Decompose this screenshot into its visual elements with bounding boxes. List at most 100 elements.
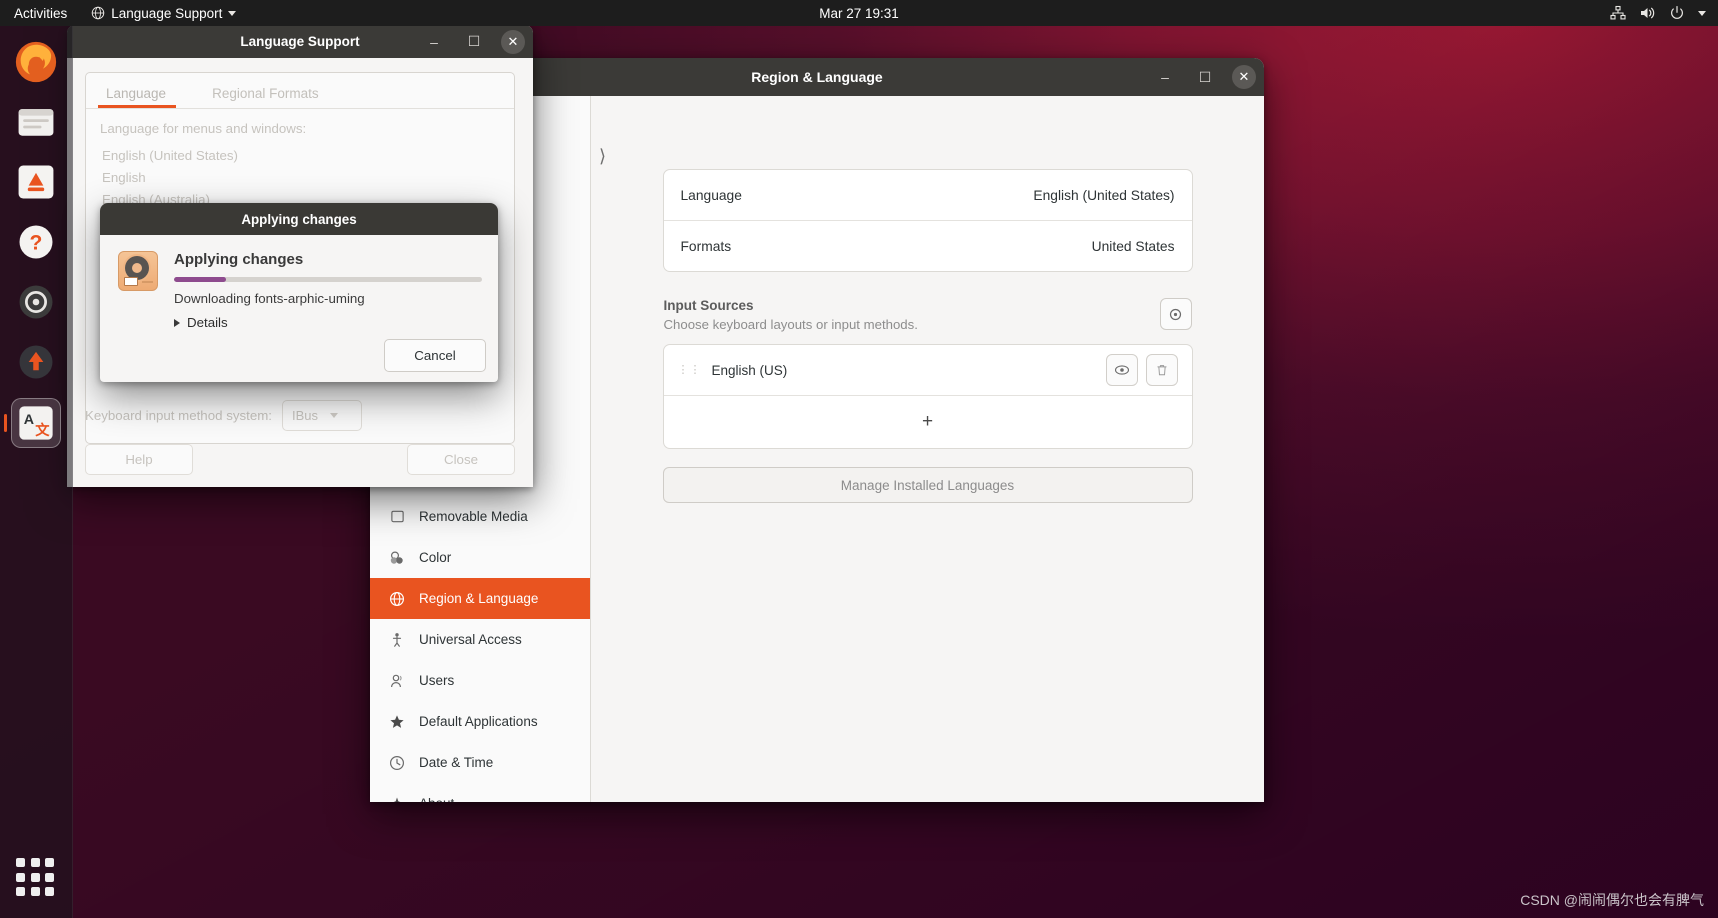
clock-button[interactable]: Mar 27 19:31 [819, 0, 899, 26]
apps-dot [30, 858, 40, 867]
applying-changes-titlebar[interactable]: Applying changes [100, 203, 498, 235]
add-input-source-button[interactable]: + [663, 395, 1192, 448]
row-language-label: Language [680, 187, 742, 203]
tab-regional-formats[interactable]: Regional Formats [192, 86, 345, 108]
power-icon [1669, 5, 1685, 21]
chevron-right-icon[interactable]: ⟩ [599, 146, 606, 167]
tab-regional-formats-label: Regional Formats [212, 86, 319, 101]
close-button[interactable]: Close [407, 444, 515, 475]
language-formats-card: Language English (United States) Formats… [662, 169, 1193, 272]
show-applications-button[interactable] [16, 858, 56, 898]
eye-icon[interactable] [1105, 354, 1138, 386]
help-button[interactable]: Help [85, 444, 193, 475]
applying-changes-heading: Applying changes [174, 251, 304, 268]
volume-icon [1639, 5, 1656, 21]
settings-maximize-button[interactable]: ☐ [1192, 64, 1218, 90]
dock-item-software[interactable] [12, 158, 60, 206]
watermark-text: CSDN @闹闹偶尔也会有脾气 [1520, 892, 1704, 908]
clock-label: Mar 27 19:31 [819, 5, 899, 21]
tab-language-label: Language [106, 86, 167, 101]
details-expander[interactable]: Details [174, 315, 482, 330]
dock-item-software-updater[interactable] [12, 338, 60, 386]
input-sources-list: ⋮⋮ English (US) + [662, 344, 1193, 449]
plus-icon: + [921, 411, 934, 432]
firefox-icon [15, 41, 57, 83]
input-sources-options-button[interactable] [1159, 298, 1192, 330]
chevron-down-icon [330, 413, 339, 418]
updater-icon [19, 345, 53, 379]
apps-dot [16, 887, 25, 897]
svg-text:A: A [24, 412, 34, 428]
sidebar-item-label: Removable Media [419, 509, 528, 524]
keyboard-input-method-select[interactable]: IBus [282, 400, 362, 431]
activities-label: Activities [14, 5, 68, 21]
sidebar-item-label: Color [419, 550, 452, 565]
language-list-item[interactable]: English [100, 166, 500, 188]
keyboard-input-method-value: IBus [292, 408, 319, 423]
dock-item-files[interactable] [12, 98, 60, 146]
sidebar-item-removable-media[interactable]: Removable Media [370, 496, 590, 537]
language-support-footer: Help Close [85, 444, 515, 475]
input-source-row[interactable]: ⋮⋮ English (US) [664, 345, 1192, 395]
dock-item-language-support[interactable]: A 文 [11, 398, 61, 448]
sidebar-item-about[interactable]: About [370, 783, 590, 802]
dock-item-help[interactable]: ? [12, 218, 60, 266]
apps-dot [30, 887, 40, 897]
chevron-down-icon [1698, 10, 1706, 16]
language-support-close-button[interactable]: ✕ [501, 29, 525, 54]
settings-close-button[interactable]: ✕ [1232, 65, 1256, 89]
tab-language[interactable]: Language [86, 86, 192, 108]
sidebar-item-label: Default Applications [419, 714, 538, 729]
cancel-label: Cancel [414, 348, 456, 363]
dock-item-settings[interactable] [12, 278, 60, 326]
language-support-titlebar[interactable]: Language Support – ☐ ✕ [67, 25, 533, 58]
manage-installed-languages-button[interactable]: Manage Installed Languages [662, 467, 1193, 503]
sidebar-item-color[interactable]: Color [370, 537, 590, 578]
drag-handle-icon[interactable]: ⋮⋮ [678, 364, 702, 376]
sidebar-item-date-time[interactable]: Date & Time [370, 742, 590, 783]
accessibility-icon [388, 631, 406, 649]
panel-top-spacer [591, 96, 1264, 169]
language-list-item[interactable]: English (United States) [100, 144, 500, 166]
manage-installed-languages-label: Manage Installed Languages [840, 477, 1015, 493]
details-label: Details [187, 315, 228, 330]
language-support-minimize-button[interactable]: – [421, 29, 447, 55]
system-tray[interactable] [1610, 0, 1712, 26]
sidebar-item-region-language[interactable]: Region & Language [370, 578, 590, 619]
files-icon [18, 109, 54, 136]
close-label: Close [444, 452, 478, 467]
sidebar-item-users[interactable]: Users [370, 660, 590, 701]
app-menu-label: Language Support [111, 5, 223, 21]
apps-dot [45, 887, 55, 897]
settings-minimize-button[interactable]: – [1152, 64, 1178, 90]
gear-icon [1168, 307, 1183, 322]
activities-button[interactable]: Activities [0, 0, 81, 26]
language-icon: A 文 [19, 406, 53, 440]
clock-icon [388, 754, 406, 772]
triangle-right-icon [174, 318, 180, 327]
keyboard-input-method-row: Keyboard input method system: IBus [85, 400, 362, 431]
dock-item-firefox[interactable] [12, 38, 60, 86]
sidebar-item-label: Users [419, 673, 455, 688]
cancel-button[interactable]: Cancel [384, 339, 486, 372]
row-formats[interactable]: Formats United States [663, 220, 1192, 271]
settings-content: ⟩ Language English (United States) Forma… [591, 96, 1264, 802]
row-language[interactable]: Language English (United States) [664, 170, 1192, 220]
applying-changes-title: Applying changes [241, 211, 357, 227]
app-menu-button[interactable]: Language Support [81, 0, 246, 26]
language-support-tabs: Language Regional Formats [86, 73, 514, 109]
sidebar-item-label: Date & Time [419, 755, 494, 770]
svg-text:文: 文 [35, 421, 50, 439]
sidebar-item-universal-access[interactable]: Universal Access [370, 619, 590, 660]
color-icon [388, 549, 406, 567]
language-support-maximize-button[interactable]: ☐ [461, 29, 487, 55]
sidebar-item-label: Universal Access [419, 632, 522, 647]
apps-dot [16, 858, 25, 867]
dock: ? A 文 [0, 26, 73, 918]
sidebar-item-default-applications[interactable]: Default Applications [370, 701, 590, 742]
applying-changes-dialog: Applying changes Applying changes Downlo… [100, 203, 498, 382]
trash-icon[interactable] [1145, 354, 1178, 386]
input-sources-subtitle: Choose keyboard layouts or input methods… [663, 317, 918, 332]
about-icon [388, 795, 406, 802]
network-icon [1610, 5, 1626, 21]
